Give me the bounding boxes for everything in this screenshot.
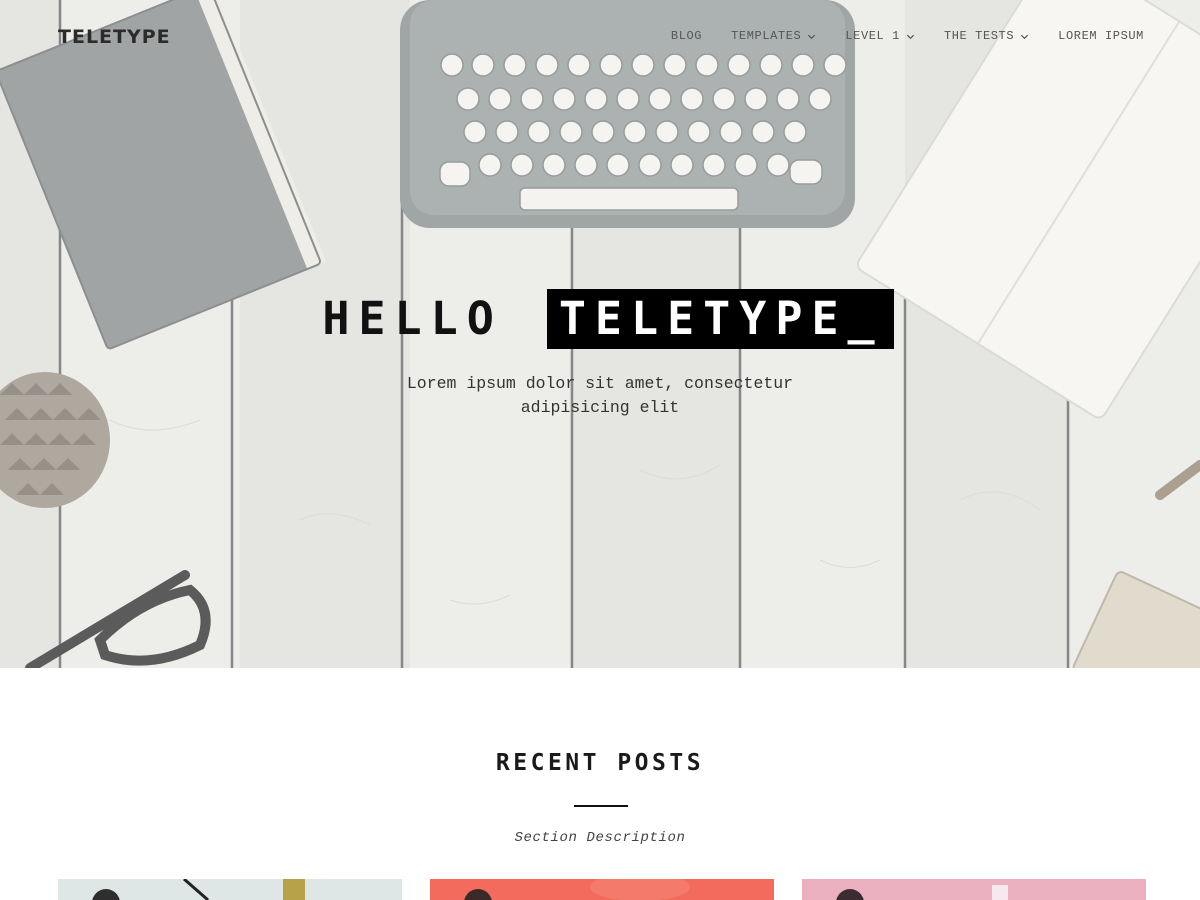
post-card-2[interactable] <box>430 879 774 900</box>
chevron-down-icon <box>906 34 915 39</box>
main-navigation: BLOG TEMPLATES LEVEL 1 THE TESTS LOREM I… <box>671 29 1144 43</box>
post-thumbnail <box>58 879 402 900</box>
nav-item-label: THE TESTS <box>943 29 1015 43</box>
hero-section: TELETYPE BLOG TEMPLATES LEVEL 1 THE TEST… <box>0 0 1200 668</box>
hero-heading: HELLO TELETYPE_ <box>0 289 1200 349</box>
post-thumbnail <box>430 879 774 900</box>
nav-item-blog[interactable]: BLOG <box>671 29 702 43</box>
nav-item-label: LOREM IPSUM <box>1058 29 1144 43</box>
chevron-down-icon <box>808 34 816 39</box>
nav-item-label: LEVEL 1 <box>845 29 900 43</box>
hero-heading-plain: HELLO <box>322 292 503 345</box>
nav-item-label: TEMPLATES <box>731 29 802 43</box>
nav-item-level-1[interactable]: LEVEL 1 <box>845 29 915 43</box>
post-thumbnail <box>802 879 1146 900</box>
hero-heading-highlight: TELETYPE_ <box>546 289 894 349</box>
chevron-down-icon <box>1021 34 1029 39</box>
site-title[interactable]: TELETYPE <box>58 26 171 48</box>
nav-item-the-tests[interactable]: THE TESTS <box>944 29 1029 43</box>
section-title: RECENT POSTS <box>495 750 705 776</box>
nav-item-lorem-ipsum[interactable]: LOREM IPSUM <box>1058 29 1144 43</box>
nav-item-templates[interactable]: TEMPLATES <box>731 29 816 43</box>
post-card-3[interactable] <box>802 879 1146 900</box>
nav-item-label: BLOG <box>670 29 703 43</box>
section-divider <box>574 805 628 807</box>
hero-subtitle: Lorem ipsum dolor sit amet, consectetur … <box>406 374 794 417</box>
section-description: Section Description <box>514 830 686 846</box>
post-card-1[interactable] <box>58 879 402 900</box>
